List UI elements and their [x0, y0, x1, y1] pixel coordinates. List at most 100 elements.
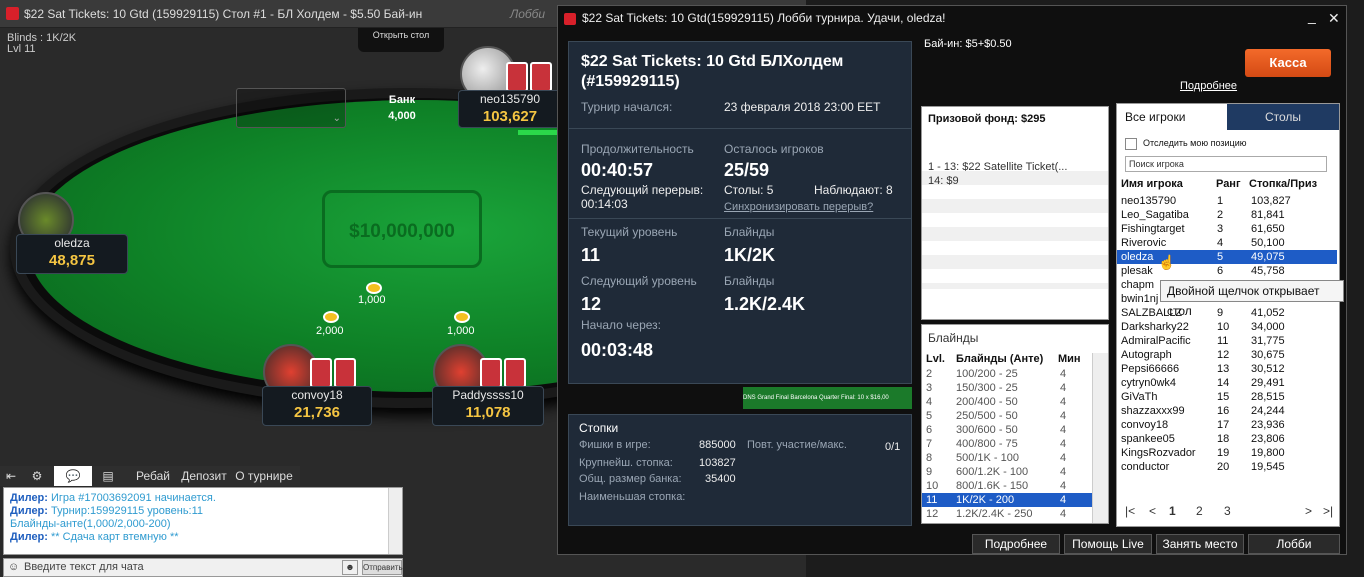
player-cell: Fishingtarget [1121, 223, 1185, 235]
duration-label: Продолжительность [581, 142, 694, 156]
table-row[interactable]: KingsRozvador 19 19,800 [1117, 446, 1337, 460]
tournament-heading: $22 Sat Tickets: 10 Gtd БЛХолдем (#15992… [581, 53, 844, 90]
track-checkbox[interactable] [1125, 138, 1137, 150]
table-row[interactable]: Leo_Sagatiba 2 81,841 [1117, 208, 1337, 222]
table-row[interactable]: conductor 20 19,545 [1117, 460, 1337, 474]
player-cell: 17 [1217, 419, 1230, 431]
player-cell: 1 [1217, 195, 1224, 207]
table-row[interactable]: Pepsi66666 13 30,512 [1117, 362, 1337, 376]
more-info-link[interactable]: Подробнее [1180, 80, 1237, 92]
news-ticker[interactable]: DNS Grand Final Barcelona Quarter Final:… [743, 387, 912, 409]
blinds-cell: 8 [926, 452, 933, 464]
blinds-row: 3 150/300 - 25 4 [922, 381, 1092, 395]
player-cell: 14 [1217, 377, 1230, 389]
first-page-icon[interactable]: |< [1125, 504, 1135, 518]
last-page-icon[interactable]: >| [1323, 504, 1333, 518]
start-in-value: 00:03:48 [581, 340, 654, 360]
bet-amount: 1,000 [447, 325, 475, 337]
table-row[interactable]: shazzaxxx99 16 24,244 [1117, 404, 1337, 418]
table-row[interactable]: Fishingtarget 3 61,650 [1117, 222, 1337, 236]
notes-icon[interactable]: ▤ [96, 466, 120, 486]
players-left-label: Осталось игроков [724, 142, 824, 156]
player-search-input[interactable]: Поиск игрока [1125, 156, 1327, 172]
blinds-header-min: Мин [1058, 353, 1081, 365]
take-seat-button[interactable]: Занять место [1156, 534, 1244, 554]
chips-value: 885000 [699, 439, 736, 451]
table-row[interactable]: Autograph 12 30,675 [1117, 348, 1337, 362]
blinds-cell: 10 [926, 480, 939, 492]
page-3[interactable]: 3 [1224, 504, 1231, 518]
blinds-cell: 1K/2K - 200 [956, 494, 1015, 506]
blinds-scrollbar[interactable] [1092, 353, 1108, 523]
cashier-button[interactable]: Касса [1245, 49, 1331, 77]
chat-bubble-icon[interactable]: 💬 [54, 466, 92, 486]
seat-convoy18[interactable]: convoy18 21,736 [262, 386, 372, 426]
chat-input-row: ☺ Введите текст для чата ☻ Отправить [3, 558, 403, 577]
blinds-cell: 9 [926, 466, 933, 478]
table-row[interactable]: cytryn0wk4 14 29,491 [1117, 376, 1337, 390]
smiley-icon[interactable]: ☻ [342, 560, 358, 575]
tab-rebuy[interactable]: Ребай [130, 466, 176, 486]
stacks-panel: Стопки Фишки в игре: 885000 Повт. участи… [568, 414, 912, 526]
collapse-icon[interactable]: ⇤ [2, 466, 20, 486]
live-help-button[interactable]: Помощь Live [1064, 534, 1152, 554]
sync-break-link[interactable]: Синхронизировать перерыв? [724, 201, 873, 213]
tab-tables[interactable]: Столы [1227, 104, 1339, 130]
seat-neo135790[interactable]: neo135790 103,627 [458, 90, 562, 128]
app-logo-icon [564, 13, 576, 25]
table-row[interactable]: neo135790 1 103,827 [1117, 194, 1337, 208]
prev-page-icon[interactable]: < [1149, 504, 1156, 518]
player-cell: 61,650 [1251, 223, 1285, 235]
tab-deposit[interactable]: Депозит [178, 466, 230, 486]
table-row[interactable]: SALZBALLZ 9 41,052 [1117, 306, 1337, 320]
table-row[interactable]: oledza 5 49,075 [1117, 250, 1337, 264]
player-cell: Pepsi66666 [1121, 363, 1180, 375]
blinds-header-lvl: Lvl. [926, 353, 945, 365]
tab-all-players[interactable]: Все игроки [1117, 104, 1227, 130]
table-row[interactable]: Darksharky22 10 34,000 [1117, 320, 1337, 334]
col-stack: Стопка/Приз [1249, 178, 1318, 190]
close-icon[interactable]: ✕ [1328, 6, 1340, 30]
player-cell: 34,000 [1251, 321, 1285, 333]
blinds-cell: 1.2K/2.4K - 250 [956, 508, 1033, 520]
participation-label: Повт. участие/макс. [747, 439, 847, 451]
seat-paddyssss10[interactable]: Paddyssss10 11,078 [432, 386, 544, 426]
seat-oledza[interactable]: oledza 48,875 [16, 234, 128, 274]
player-cell: 49,075 [1251, 251, 1285, 263]
chat-input[interactable]: Введите текст для чата [24, 559, 144, 576]
buyin-label: Бай-ин: $5+$0.50 [924, 38, 1012, 50]
gear-icon[interactable]: ⚙ [24, 466, 50, 486]
next-blinds-label: Блайнды [724, 274, 775, 288]
prize-row: 1 - 13: $22 Satellite Ticket(... [928, 161, 1068, 173]
player-cell: Leo_Sagatiba [1121, 209, 1189, 221]
details-button[interactable]: Подробнее [972, 534, 1060, 554]
table-row[interactable]: convoy18 17 23,936 [1117, 418, 1337, 432]
lobby-link[interactable]: Лобби [510, 0, 545, 28]
table-row[interactable]: plesak 6 45,758 [1117, 264, 1337, 278]
emoji-icon[interactable]: ☺ [8, 559, 19, 576]
blinds-cell: 4 [1060, 396, 1067, 408]
players-panel: Все игроки Столы Отследить мою позицию П… [1116, 103, 1340, 527]
blinds-table: 2 100/200 - 25 4 3 150/300 - 25 4 4 200/400 - 5… [922, 367, 1092, 523]
table-row[interactable]: Riverovic 4 50,100 [1117, 236, 1337, 250]
table-row[interactable]: GiVaTh 15 28,515 [1117, 390, 1337, 404]
stacks-title: Стопки [579, 421, 619, 435]
blinds-cell: 12 [926, 508, 939, 520]
lobby-button[interactable]: Лобби [1248, 534, 1340, 554]
blinds-row: 11 1K/2K - 200 4 [922, 493, 1092, 507]
open-table-button[interactable]: Открыть стол [358, 28, 444, 52]
chat-scrollbar[interactable] [388, 488, 402, 554]
page-2[interactable]: 2 [1196, 504, 1203, 518]
minimize-icon[interactable]: _ [1308, 4, 1316, 28]
table-row[interactable]: spankee05 18 23,806 [1117, 432, 1337, 446]
current-level-label: Текущий уровень [581, 225, 678, 239]
started-label: Турнир начался: [581, 100, 673, 114]
observers-count: Наблюдают: 8 [814, 183, 893, 197]
table-row[interactable]: AdmiralPacific 11 31,775 [1117, 334, 1337, 348]
bet-dropdown[interactable]: ⌄ [236, 88, 346, 128]
tab-about[interactable]: О турнире [232, 466, 296, 486]
next-page-icon[interactable]: > [1305, 504, 1312, 518]
page-1[interactable]: 1 [1169, 504, 1176, 518]
track-label: Отследить мою позицию [1143, 138, 1247, 148]
send-button[interactable]: Отправить [362, 560, 403, 575]
